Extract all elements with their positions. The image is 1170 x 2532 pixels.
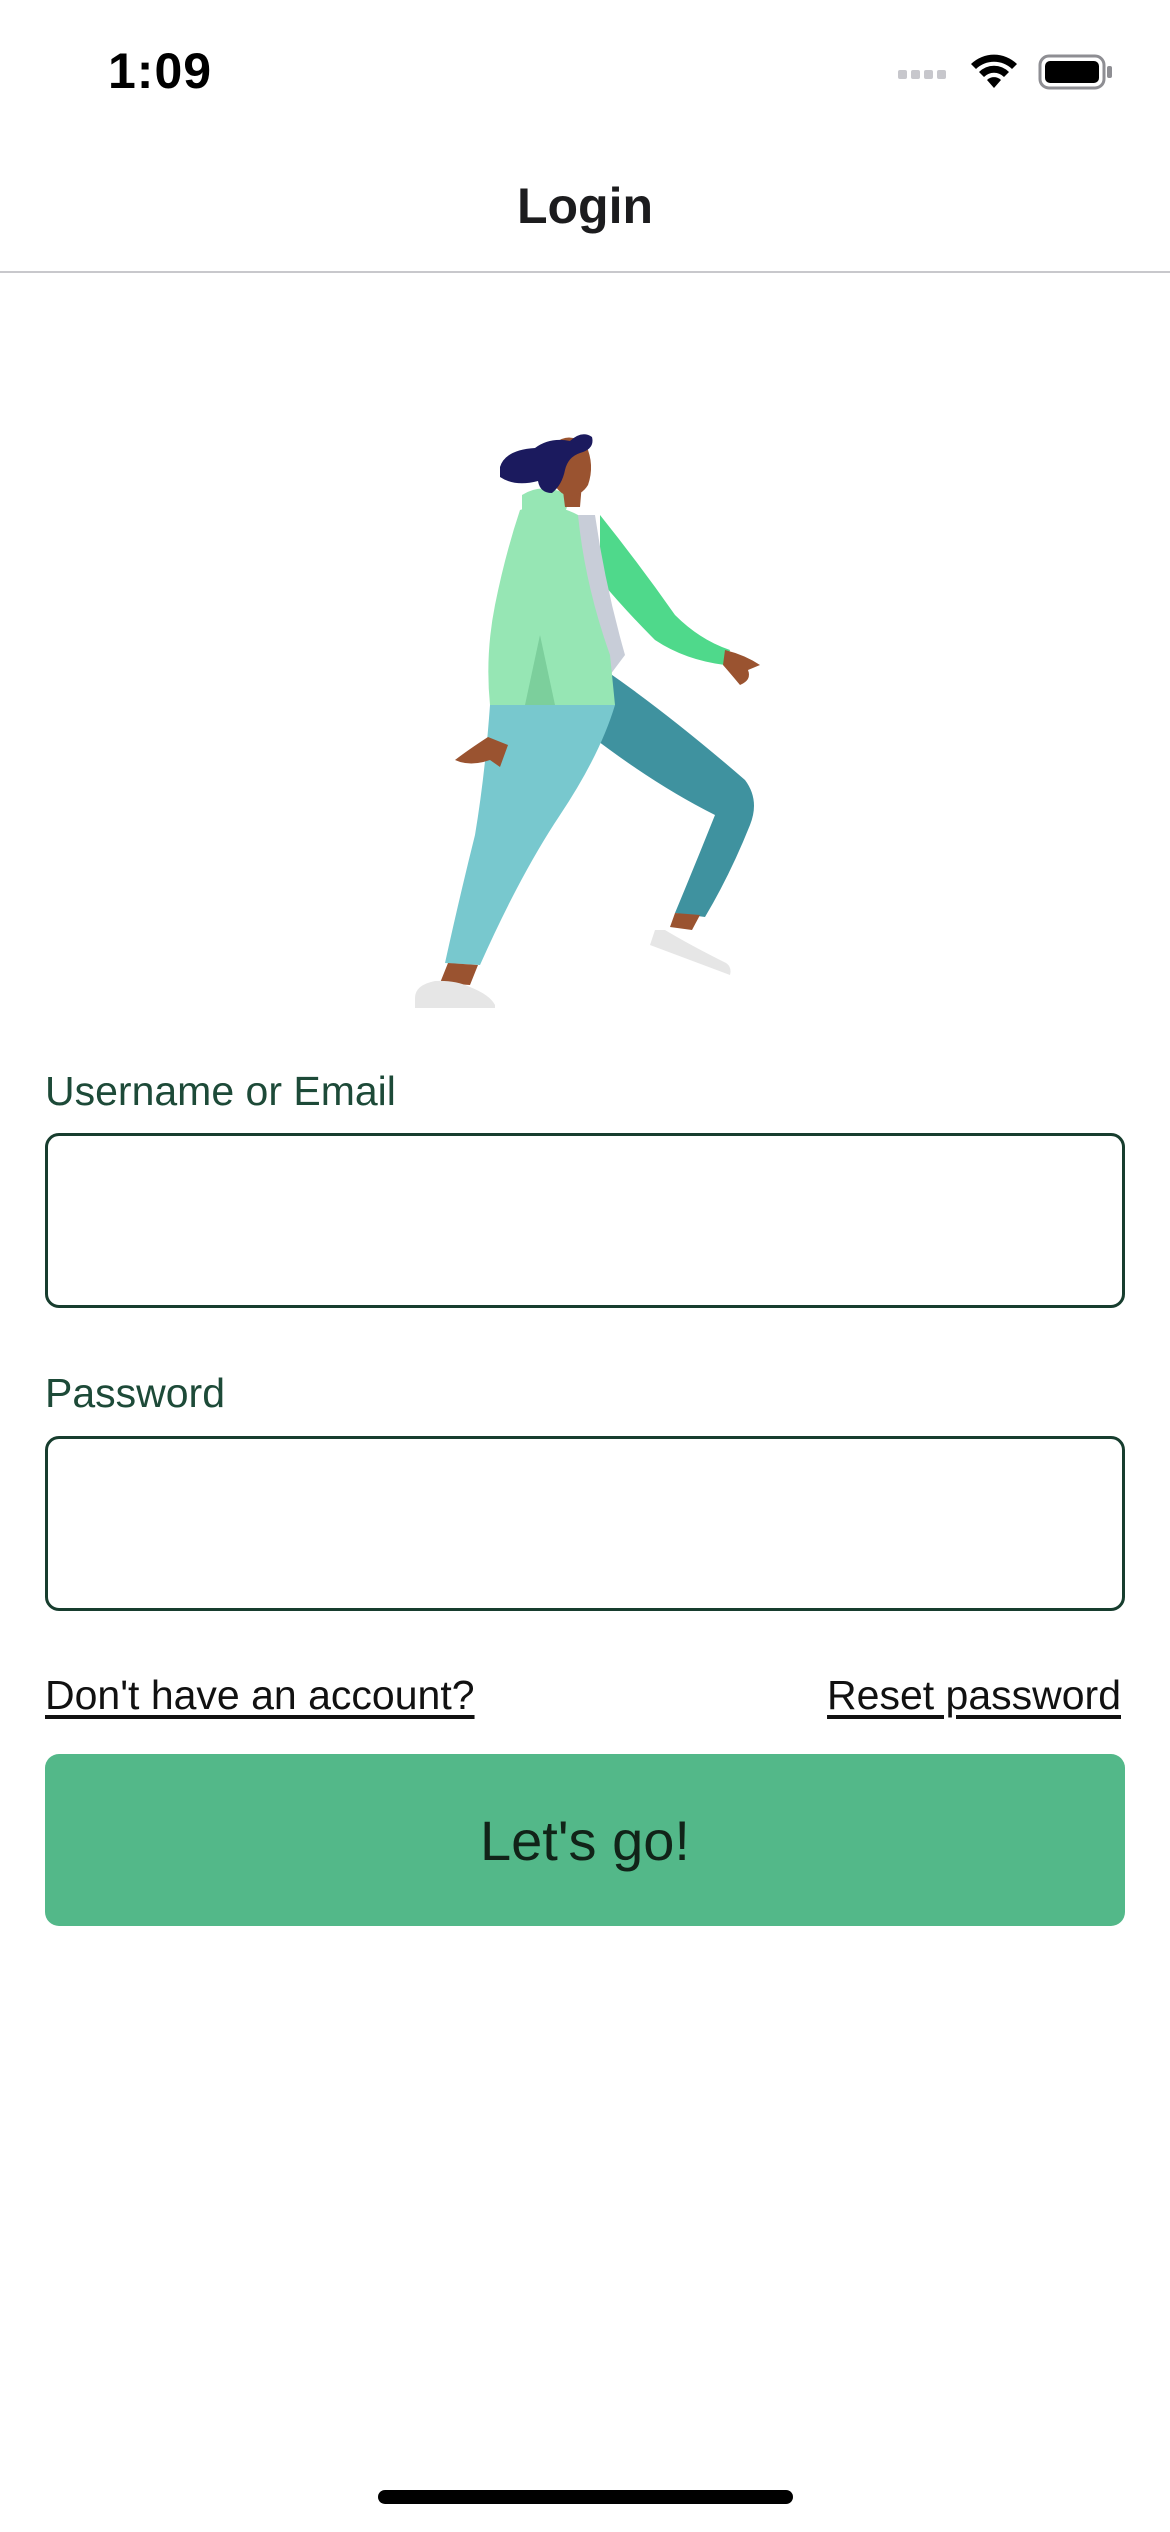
username-label: Username or Email	[45, 1068, 396, 1114]
password-input[interactable]	[45, 1436, 1125, 1611]
signup-link[interactable]: Don't have an account?	[45, 1672, 475, 1719]
walking-person-illustration	[400, 415, 780, 1015]
wifi-icon	[968, 52, 1020, 97]
page-title: Login	[516, 177, 654, 234]
status-bar: 1:09	[0, 0, 1170, 140]
battery-icon	[1038, 53, 1114, 96]
login-screen: 1:09 Login Username or Email Password Do…	[0, 0, 1170, 2532]
reset-password-link[interactable]: Reset password	[827, 1672, 1121, 1719]
lets-go-button[interactable]: Let's go!	[45, 1754, 1125, 1926]
username-input[interactable]	[45, 1133, 1125, 1308]
status-time: 1:09	[108, 43, 213, 99]
password-label: Password	[45, 1370, 226, 1416]
status-icons	[896, 52, 1114, 97]
home-indicator[interactable]	[378, 2490, 793, 2504]
cellular-signal-icon	[896, 62, 950, 87]
navigation-bar: Login	[0, 140, 1170, 273]
